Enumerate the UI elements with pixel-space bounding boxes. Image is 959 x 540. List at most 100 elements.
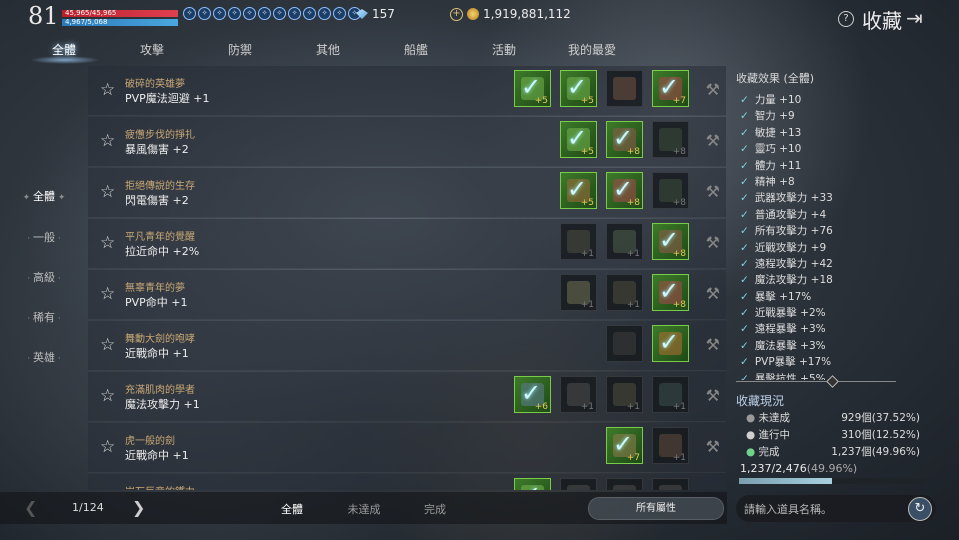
item-slot[interactable]: ✓ +5 xyxy=(560,70,597,107)
collection-row[interactable]: ☆ 平凡青年的覺醒 拉近命中 +2% +1 +1 ✓ +8 ⚒ xyxy=(88,219,726,269)
help-icon[interactable]: ? xyxy=(838,11,854,27)
item-slot[interactable]: ✓ +5 xyxy=(514,70,551,107)
item-slot[interactable]: ✓ xyxy=(514,478,551,490)
hammer-icon[interactable]: ⚒ xyxy=(706,233,720,252)
collection-row[interactable]: ☆ 拒絕傳說的生存 閃電傷害 +2 ✓ +5 ✓ +8 +8 ⚒ xyxy=(88,168,726,218)
item-slot[interactable]: ✓ +7 xyxy=(652,70,689,107)
effect-text: 體力 +11 xyxy=(754,159,802,172)
item-slot[interactable] xyxy=(606,478,643,490)
favorite-star-icon[interactable]: ☆ xyxy=(100,488,115,490)
favorite-star-icon[interactable]: ☆ xyxy=(100,131,115,151)
check-icon: ✓ xyxy=(740,257,749,270)
item-slot[interactable]: +1 xyxy=(560,274,597,311)
item-slots: ✓ +7 +1 xyxy=(606,427,689,464)
next-page-icon[interactable]: ❯ xyxy=(132,498,145,517)
item-slot[interactable]: ✓ +5 xyxy=(560,172,597,209)
effects-heading: 收藏效果 (全體) xyxy=(736,72,815,85)
effect-text: 普通攻擊力 +4 xyxy=(754,208,827,221)
item-slot[interactable]: ✓ +5 xyxy=(560,121,597,158)
effect-item: ✓ 遠程暴擊 +3% xyxy=(736,321,926,337)
category-hero[interactable]: · 英雄 · xyxy=(0,349,88,365)
collection-bonus: PVP命中 +1 xyxy=(125,296,188,309)
refresh-icon[interactable]: ↻ xyxy=(908,497,932,521)
check-icon: ✓ xyxy=(740,143,749,156)
item-slot[interactable] xyxy=(652,478,689,490)
enhance-level: +5 xyxy=(580,96,594,106)
collection-row[interactable]: ☆ 疲憊步伐的掙扎 暴風傷害 +2 ✓ +5 ✓ +8 +8 ⚒ xyxy=(88,117,726,167)
favorite-star-icon[interactable]: ☆ xyxy=(100,284,115,304)
item-slot[interactable]: +1 xyxy=(606,274,643,311)
category-rare[interactable]: · 稀有 · xyxy=(0,309,88,325)
effect-item: ✓ 力量 +10 xyxy=(736,92,926,108)
category-normal[interactable]: · 一般 · xyxy=(0,229,88,245)
collection-bonus: 魔法攻擊力 +1 xyxy=(125,398,200,411)
filter-all[interactable]: 全體 xyxy=(281,501,303,517)
hammer-icon[interactable]: ⚒ xyxy=(706,80,720,99)
item-search-input[interactable] xyxy=(742,500,906,518)
item-slot[interactable]: ✓ +8 xyxy=(652,223,689,260)
item-slot[interactable]: +1 xyxy=(606,376,643,413)
collection-row[interactable]: ☆ 破碎的英雄夢 PVP魔法迴避 +1 ✓ +5 ✓ +5 ✓ +7 ⚒ xyxy=(88,66,726,116)
favorite-star-icon[interactable]: ☆ xyxy=(100,182,115,202)
tab-all[interactable]: 全體 xyxy=(52,41,76,58)
tab-defense[interactable]: 防禦 xyxy=(228,41,252,58)
favorite-star-icon[interactable]: ☆ xyxy=(100,335,115,355)
tab-favorites[interactable]: 我的最愛 xyxy=(568,41,616,58)
item-slot[interactable]: ✓ +8 xyxy=(606,172,643,209)
collection-row[interactable]: ☆ 舞動大劍的咆哮 近戰命中 +1 ✓ ⚒ xyxy=(88,321,726,371)
filter-complete[interactable]: 完成 xyxy=(424,501,446,517)
filter-incomplete[interactable]: 未達成 xyxy=(348,501,381,517)
item-slot[interactable]: +1 xyxy=(606,223,643,260)
item-slot[interactable]: +1 xyxy=(560,223,597,260)
tab-other[interactable]: 其他 xyxy=(316,41,340,58)
favorite-star-icon[interactable]: ☆ xyxy=(100,386,115,406)
item-slot[interactable]: ✓ +6 xyxy=(514,376,551,413)
item-slot[interactable]: ✓ xyxy=(652,325,689,362)
total-count: 1,237/2,476(49.96%) xyxy=(740,462,858,475)
item-slot[interactable]: ✓ +8 xyxy=(652,274,689,311)
collection-list[interactable]: ☆ 破碎的英雄夢 PVP魔法迴避 +1 ✓ +5 ✓ +5 ✓ +7 ⚒ ☆ 疲憊步伐的掙扎 暴風傷害 … xyxy=(88,66,726,490)
hammer-icon[interactable]: ⚒ xyxy=(706,437,720,456)
category-all[interactable]: ✦ 全體 ✦ xyxy=(0,188,88,204)
hammer-icon[interactable]: ⚒ xyxy=(706,335,720,354)
hammer-icon[interactable]: ⚒ xyxy=(706,182,720,201)
collection-row[interactable]: ☆ 無辜青年的夢 PVP命中 +1 +1 +1 ✓ +8 ⚒ xyxy=(88,270,726,320)
check-icon: ✓ xyxy=(740,356,749,369)
item-slot[interactable]: ✓ +7 xyxy=(606,427,643,464)
hammer-icon[interactable]: ⚒ xyxy=(706,131,720,150)
effects-scrollbar[interactable] xyxy=(736,381,896,382)
item-slot[interactable]: ✓ +8 xyxy=(606,121,643,158)
prev-page-icon[interactable]: ❮ xyxy=(24,498,37,517)
tab-ship[interactable]: 船艦 xyxy=(404,41,428,58)
item-slot[interactable] xyxy=(560,478,597,490)
item-slot[interactable]: +8 xyxy=(652,121,689,158)
item-slots: ✓ +6 +1 +1 +1 xyxy=(514,376,689,413)
collection-row[interactable]: ☆ 充滿肌肉的學者 魔法攻擊力 +1 ✓ +6 +1 +1 +1 ⚒ xyxy=(88,372,726,422)
wing-icon: ✧ xyxy=(258,7,271,20)
all-attributes-button[interactable]: 所有屬性 xyxy=(588,497,724,520)
category-advanced[interactable]: · 高級 · xyxy=(0,269,88,285)
favorite-star-icon[interactable]: ☆ xyxy=(100,233,115,253)
hammer-icon[interactable]: ⚒ xyxy=(706,386,720,405)
collection-row[interactable]: ☆ 虎一般的劍 近戰命中 +1 ✓ +7 +1 ⚒ xyxy=(88,423,726,473)
item-slot[interactable]: +1 xyxy=(652,376,689,413)
tab-attack[interactable]: 攻擊 xyxy=(140,41,164,58)
wing-icon: ✧ xyxy=(213,7,226,20)
hammer-icon[interactable]: ⚒ xyxy=(706,488,720,490)
add-currency-icon[interactable]: + xyxy=(450,7,463,21)
tab-event[interactable]: 活動 xyxy=(492,41,516,58)
collection-name: 岩石巨童的鐵力 xyxy=(125,483,195,490)
item-slot[interactable]: +1 xyxy=(652,427,689,464)
hammer-icon[interactable]: ⚒ xyxy=(706,284,720,303)
item-icon xyxy=(613,77,636,100)
effects-list[interactable]: ✓ 力量 +10 ✓ 智力 +9 ✓ 敏捷 +13 ✓ 靈巧 +10 ✓ 體力 +11 ✓ 精神 +8… xyxy=(736,92,926,380)
effect-item: ✓ 敏捷 +13 xyxy=(736,125,926,141)
item-slot[interactable]: +1 xyxy=(560,376,597,413)
item-slot[interactable] xyxy=(606,70,643,107)
favorite-star-icon[interactable]: ☆ xyxy=(100,437,115,457)
item-slot[interactable]: +8 xyxy=(652,172,689,209)
collection-row[interactable]: ☆ 岩石巨童的鐵力 ✓ ⚒ xyxy=(88,474,726,490)
exit-icon[interactable]: ⇥ xyxy=(906,6,936,30)
favorite-star-icon[interactable]: ☆ xyxy=(100,80,115,100)
item-slot[interactable] xyxy=(606,325,643,362)
